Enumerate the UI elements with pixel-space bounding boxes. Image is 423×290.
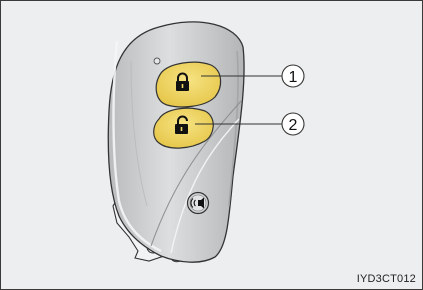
callout-1-number: 1	[289, 69, 298, 86]
callout-1: 1	[281, 64, 305, 88]
callout-2-number: 2	[289, 117, 298, 134]
image-code-label: IYD3CT012	[356, 273, 416, 285]
indicator-light	[153, 57, 161, 65]
callout-2: 2	[281, 112, 305, 136]
figure-frame: 1 2 IYD3CT012	[0, 0, 423, 290]
lock-button[interactable]	[155, 61, 222, 108]
panic-button[interactable]	[186, 191, 210, 215]
smart-key-diagram: 1 2	[107, 21, 305, 263]
